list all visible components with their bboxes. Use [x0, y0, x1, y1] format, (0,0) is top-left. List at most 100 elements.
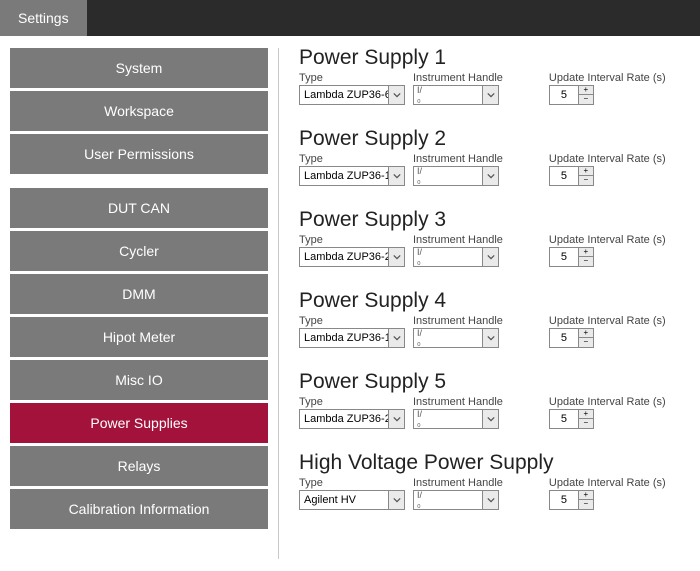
- chevron-down-icon[interactable]: [482, 248, 498, 266]
- sidebar-item-system[interactable]: System: [10, 48, 268, 88]
- type-dropdown[interactable]: Lambda ZUP36-24: [299, 247, 405, 267]
- sidebar-item-label: Calibration Information: [69, 501, 210, 517]
- handle-dropdown[interactable]: I/₀: [413, 409, 499, 429]
- rate-field: Update Interval Rate (s)5+−: [549, 396, 666, 429]
- section-title: Power Supply 4: [299, 289, 688, 313]
- decrement-button[interactable]: −: [579, 338, 593, 347]
- type-value: Lambda ZUP36-12: [300, 170, 388, 182]
- sidebar-item-misc-io[interactable]: Misc IO: [10, 360, 268, 400]
- io-icon: I/₀: [414, 86, 424, 104]
- rate-spinner[interactable]: 5+−: [549, 490, 594, 510]
- handle-label: Instrument Handle: [413, 72, 503, 84]
- type-label: Type: [299, 396, 405, 408]
- type-value: Agilent HV: [300, 494, 388, 506]
- type-dropdown[interactable]: Lambda ZUP36-12: [299, 166, 405, 186]
- type-field: TypeLambda ZUP36-6: [299, 72, 405, 105]
- handle-dropdown[interactable]: I/₀: [413, 166, 499, 186]
- sidebar-item-dut-can[interactable]: DUT CAN: [10, 188, 268, 228]
- type-label: Type: [299, 315, 405, 327]
- chevron-down-icon[interactable]: [482, 167, 498, 185]
- decrement-button[interactable]: −: [579, 257, 593, 266]
- type-dropdown[interactable]: Agilent HV: [299, 490, 405, 510]
- section-title: High Voltage Power Supply: [299, 451, 688, 475]
- handle-field: Instrument Handle I/₀: [413, 234, 503, 267]
- tab-settings[interactable]: Settings: [0, 0, 87, 36]
- handle-label: Instrument Handle: [413, 153, 503, 165]
- field-row: TypeLambda ZUP36-6Instrument HandleI/₀Up…: [299, 72, 688, 105]
- rate-spinner[interactable]: 5+−: [549, 85, 594, 105]
- io-icon: I/₀: [414, 491, 424, 509]
- rate-value: 5: [550, 86, 578, 104]
- type-dropdown[interactable]: Lambda ZUP36-24: [299, 409, 405, 429]
- handle-field: Instrument HandleI/₀: [413, 396, 503, 429]
- handle-dropdown[interactable]: I/₀: [413, 85, 499, 105]
- sidebar-item-dmm[interactable]: DMM: [10, 274, 268, 314]
- decrement-button[interactable]: −: [579, 176, 593, 185]
- field-row: Type Lambda ZUP36-24 Instrument HandleI/₀ U…: [299, 396, 688, 429]
- io-icon: I/₀: [414, 167, 424, 185]
- sidebar-item-cycler[interactable]: Cycler: [10, 231, 268, 271]
- handle-label: Instrument Handle: [413, 315, 503, 327]
- handle-label: Instrument Handle: [413, 234, 503, 246]
- rate-spinner[interactable]: 5+−: [549, 166, 594, 186]
- rate-value: 5: [550, 329, 578, 347]
- handle-label: Instrument Handle: [413, 477, 503, 489]
- content-area: Power Supply 1TypeLambda ZUP36-6Instrume…: [279, 36, 700, 571]
- section-power-supply-5: Power Supply 5 Type Lambda ZUP36-24 Instrum…: [299, 370, 688, 429]
- chevron-down-icon[interactable]: [388, 86, 404, 104]
- section-title: Power Supply 3: [299, 208, 688, 232]
- io-icon: I/₀: [414, 329, 424, 347]
- chevron-down-icon[interactable]: [482, 329, 498, 347]
- rate-field: Update Interval Rate (s)5+−: [549, 234, 666, 267]
- section-power-supply-2: Power Supply 2TypeLambda ZUP36-12Instrum…: [299, 127, 688, 186]
- field-row: TypeLambda ZUP36-12 Instrument Handle I/₀ U…: [299, 315, 688, 348]
- sidebar-item-label: Workspace: [104, 103, 174, 119]
- sidebar: System Workspace User Permissions DUT CAN C…: [0, 36, 278, 571]
- sidebar-item-hipot-meter[interactable]: Hipot Meter: [10, 317, 268, 357]
- section-title: Power Supply 5: [299, 370, 688, 394]
- io-icon: I/₀: [414, 410, 424, 428]
- decrement-button[interactable]: −: [579, 95, 593, 104]
- tab-settings-label: Settings: [18, 10, 69, 26]
- rate-label: Update Interval Rate (s): [549, 234, 666, 246]
- section-title: Power Supply 1: [299, 46, 688, 70]
- section-power-supply-3: Power Supply 3 Type Lambda ZUP36-24 Instrum…: [299, 208, 688, 267]
- handle-dropdown[interactable]: I/₀: [413, 247, 499, 267]
- chevron-down-icon[interactable]: [388, 167, 404, 185]
- io-icon: I/₀: [414, 248, 424, 266]
- type-label: Type: [299, 153, 405, 165]
- chevron-down-icon[interactable]: [388, 329, 404, 347]
- type-dropdown[interactable]: Lambda ZUP36-6: [299, 85, 405, 105]
- decrement-button[interactable]: −: [579, 500, 593, 509]
- chevron-down-icon[interactable]: [482, 86, 498, 104]
- type-field: TypeLambda ZUP36-12: [299, 315, 405, 348]
- sidebar-item-label: DUT CAN: [108, 200, 170, 216]
- type-label: Type: [299, 234, 405, 246]
- sidebar-item-label: DMM: [122, 286, 155, 302]
- sidebar-item-workspace[interactable]: Workspace: [10, 91, 268, 131]
- type-dropdown[interactable]: Lambda ZUP36-12: [299, 328, 405, 348]
- sidebar-item-calibration-information[interactable]: Calibration Information: [10, 489, 268, 529]
- rate-spinner[interactable]: 5+−: [549, 328, 594, 348]
- handle-dropdown[interactable]: I/₀: [413, 490, 499, 510]
- type-label: Type: [299, 72, 405, 84]
- rate-label: Update Interval Rate (s): [549, 315, 666, 327]
- sidebar-item-relays[interactable]: Relays: [10, 446, 268, 486]
- type-value: Lambda ZUP36-24: [300, 251, 388, 263]
- rate-spinner[interactable]: 5+−: [549, 247, 594, 267]
- decrement-button[interactable]: −: [579, 419, 593, 428]
- rate-spinner[interactable]: 5+−: [549, 409, 594, 429]
- chevron-down-icon[interactable]: [482, 410, 498, 428]
- chevron-down-icon[interactable]: [388, 248, 404, 266]
- rate-field: Update Interval Rate (s)5+−: [549, 153, 666, 186]
- handle-field: Instrument Handle I/₀: [413, 153, 503, 186]
- chevron-down-icon[interactable]: [388, 491, 404, 509]
- chevron-down-icon[interactable]: [388, 410, 404, 428]
- chevron-down-icon[interactable]: [482, 491, 498, 509]
- type-value: Lambda ZUP36-24: [300, 413, 388, 425]
- handle-field: Instrument Handle I/₀: [413, 315, 503, 348]
- sidebar-item-label: System: [116, 60, 163, 76]
- sidebar-item-power-supplies[interactable]: Power Supplies: [10, 403, 268, 443]
- handle-dropdown[interactable]: I/₀: [413, 328, 499, 348]
- sidebar-item-user-permissions[interactable]: User Permissions: [10, 134, 268, 174]
